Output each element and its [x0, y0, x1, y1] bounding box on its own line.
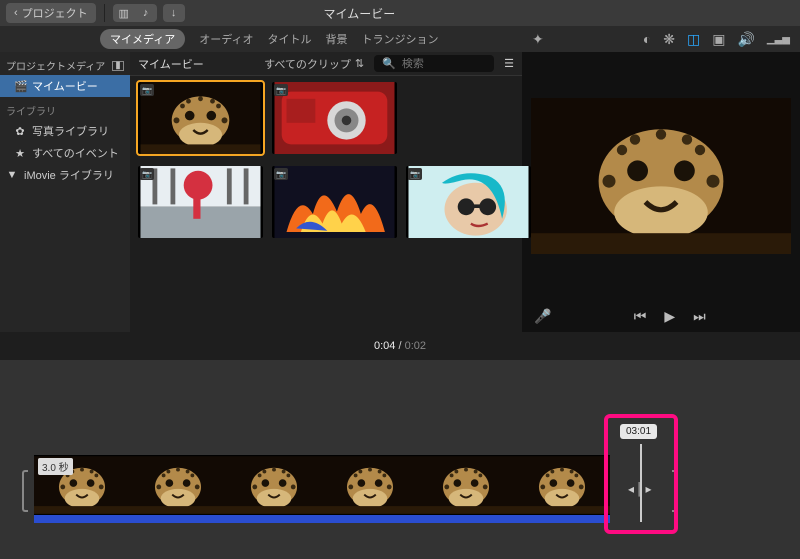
layout-horizontal-button[interactable]: ▥: [113, 4, 135, 22]
timeline[interactable]: 3.0 秒 03:01 ◂│▸: [0, 360, 800, 559]
list-view-icon[interactable]: ☰: [504, 57, 514, 70]
camera-icon: 📷: [140, 84, 154, 96]
back-to-projects-button[interactable]: ‹ プロジェクト: [6, 3, 96, 23]
timeline-end-bracket: [672, 470, 678, 512]
tab-audio[interactable]: オーディオ: [199, 31, 253, 47]
layout-vertical-button[interactable]: ♪: [135, 4, 157, 22]
search-input[interactable]: [402, 58, 486, 70]
magic-wand-icon[interactable]: ✦: [532, 31, 544, 48]
preview-viewer: 🎤 ⏮ ▶ ⏭: [522, 52, 800, 332]
sidebar-item-label: 写真ライブラリ: [32, 123, 109, 139]
chevron-left-icon: ‹: [14, 7, 18, 19]
clip-duration-badge: 3.0 秒: [38, 458, 73, 475]
clip-frame: [130, 455, 226, 515]
skip-forward-icon[interactable]: ⏭: [693, 308, 706, 325]
camera-icon: 📷: [140, 168, 154, 180]
layout-switcher: ▥ ♪: [113, 4, 157, 22]
top-toolbar: ‹ プロジェクト ▥ ♪ ↓ マイムービー: [0, 0, 800, 26]
sidebar-item-photo-library[interactable]: ✿ 写真ライブラリ: [0, 120, 130, 142]
timeline-audio-band[interactable]: [34, 515, 610, 523]
clip-frame: [322, 455, 418, 515]
volume-icon[interactable]: 🔊: [737, 31, 754, 48]
clip-thumb-5[interactable]: 📷: [406, 166, 531, 238]
timecode-display: 0:04 / 0:02: [0, 340, 800, 352]
updown-icon: ⇅: [355, 57, 364, 70]
clip-thumb-2[interactable]: 📷: [272, 82, 397, 154]
clip-thumb-3[interactable]: 📷: [138, 166, 263, 238]
browser-title: マイムービー: [138, 56, 204, 72]
camera-icon: 📷: [408, 168, 422, 180]
tab-titles[interactable]: タイトル: [267, 31, 311, 47]
sidebar-library-header: ライブラリ: [0, 97, 130, 120]
crop-icon[interactable]: ◫: [687, 31, 700, 48]
sidebar-item-imovie-library[interactable]: ▼ iMovie ライブラリ: [0, 164, 130, 186]
search-field[interactable]: 🔍: [374, 55, 494, 72]
clip-thumb-4[interactable]: 📷: [272, 166, 397, 238]
skip-back-icon[interactable]: ⏮: [634, 308, 647, 325]
project-title: マイムービー: [185, 5, 534, 22]
disclosure-triangle-icon[interactable]: ▼: [6, 169, 18, 181]
sidebar-item-label: マイムービー: [32, 78, 98, 94]
timecode-current: 0:04: [374, 340, 395, 352]
sidebar-item-all-events[interactable]: ★ すべてのイベント: [0, 142, 130, 164]
back-label: プロジェクト: [22, 5, 88, 21]
timeline-clip[interactable]: [34, 455, 610, 523]
clip-grid: 📷 📷 📷 📷 📷: [138, 82, 514, 324]
equalizer-icon[interactable]: ▁▃▅: [767, 34, 790, 45]
trim-tooltip: 03:01: [620, 424, 657, 439]
sidebar: プロジェクトメディア ▮ 🎬 マイムービー ライブラリ ✿ 写真ライブラリ ★ …: [0, 52, 130, 332]
star-icon: ★: [14, 147, 26, 160]
tab-my-media[interactable]: マイメディア: [100, 29, 185, 49]
camera-icon: 📷: [274, 84, 288, 96]
sidebar-toggle-icon[interactable]: ▮: [112, 61, 124, 71]
divider: [104, 4, 105, 22]
clip-filter-dropdown[interactable]: すべてのクリップ ⇅: [264, 56, 364, 72]
tab-backgrounds[interactable]: 背景: [325, 31, 347, 47]
player-bar: 🎤 ⏮ ▶ ⏭: [522, 300, 800, 332]
clip-frame: [418, 455, 514, 515]
import-button[interactable]: ↓: [163, 4, 185, 22]
sidebar-item-label: iMovie ライブラリ: [24, 167, 114, 183]
clip-frame: [226, 455, 322, 515]
trim-handle-icon[interactable]: ◂│▸: [628, 482, 654, 496]
tab-transitions[interactable]: トランジション: [361, 31, 438, 47]
clip-frame: [514, 455, 610, 515]
sidebar-item-project-movie[interactable]: 🎬 マイムービー: [0, 75, 130, 97]
preview-canvas[interactable]: [522, 52, 800, 300]
stabilize-icon[interactable]: ▣: [712, 31, 725, 48]
sidebar-header: プロジェクトメディア: [6, 58, 105, 73]
viewer-adjust-toolbar: ✦ ◐ ❋ ◫ ▣ 🔊 ▁▃▅: [522, 26, 800, 52]
microphone-icon[interactable]: 🎤: [534, 308, 551, 325]
timecode-total: 0:02: [405, 340, 426, 352]
color-balance-icon[interactable]: ◐: [643, 31, 651, 47]
gear-icon: ✿: [14, 125, 26, 138]
color-wheel-icon[interactable]: ❋: [663, 31, 675, 48]
clip-thumb-1[interactable]: 📷: [138, 82, 263, 154]
camera-icon: 📷: [274, 168, 288, 180]
media-browser: マイムービー すべてのクリップ ⇅ 🔍 ☰ 📷 📷 📷 📷: [130, 52, 522, 332]
search-icon: 🔍: [382, 57, 396, 70]
clapper-icon: 🎬: [14, 80, 26, 93]
sidebar-item-label: すべてのイベント: [32, 145, 119, 161]
play-icon[interactable]: ▶: [664, 308, 675, 325]
timeline-start-bracket: [22, 470, 28, 512]
clip-filter-label: すべてのクリップ: [264, 56, 351, 72]
browser-toolbar: マイムービー すべてのクリップ ⇅ 🔍 ☰: [130, 52, 522, 76]
